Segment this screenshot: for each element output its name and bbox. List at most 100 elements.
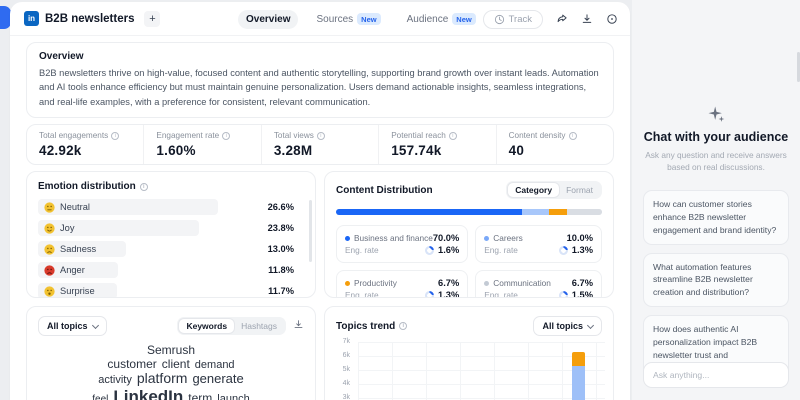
info-icon[interactable]: i [316, 131, 325, 140]
emotion-bar: Surprise [38, 283, 118, 298]
cloud-word[interactable]: activity [98, 374, 132, 386]
stat-item: Content density i 40 [495, 125, 613, 165]
emotion-anger-icon [44, 265, 55, 276]
stat-label-row: Total views i [274, 131, 366, 140]
cloud-word[interactable]: platform [137, 370, 188, 387]
cloud-word[interactable]: launch [217, 393, 249, 400]
stat-item: Potential reach i 157.74k [378, 125, 495, 165]
category-card[interactable]: Careers 10.0% Eng. rate 1.3% [475, 225, 602, 264]
overview-description: B2B newsletters thrive on high-value, fo… [39, 68, 599, 107]
info-icon[interactable]: i [448, 131, 457, 140]
stat-label-row: Engagement rate i [156, 131, 248, 140]
stat-value: 3.28M [273, 143, 313, 159]
info-icon[interactable]: i [111, 131, 120, 140]
category-card-row: Eng. rate 1.6% [345, 245, 459, 255]
eng-rate-value: 1.3% [438, 290, 460, 299]
new-badge: New [357, 13, 381, 25]
stat-label: Engagement rate [156, 131, 220, 141]
chat-sidebar: Chat with your audience Ask any question… [632, 0, 800, 400]
stat-label: Total views [273, 131, 314, 141]
suggested-question[interactable]: How can customer stories enhance B2B new… [643, 189, 789, 245]
linkedin-logo-icon: in [24, 11, 39, 26]
tab-audience[interactable]: Audience New [399, 9, 484, 29]
cloud-word[interactable]: LinkedIn [113, 387, 183, 400]
cloud-word[interactable]: generate [192, 372, 243, 387]
eng-rate-value: 1.3% [571, 245, 593, 256]
cloud-row: activity platform generate [38, 370, 304, 387]
add-tab-button[interactable]: + [144, 10, 161, 27]
cloud-word[interactable]: feel [92, 394, 108, 400]
emotion-sadness-icon [44, 244, 55, 255]
cloud-word[interactable]: customer [107, 357, 156, 371]
track-button[interactable]: Track [482, 9, 543, 29]
toggle-category[interactable]: Category [508, 183, 560, 198]
project-title: B2B newsletters [45, 12, 135, 25]
download-cloud-icon[interactable] [293, 317, 304, 335]
share-icon[interactable] [555, 13, 568, 26]
emotion-panel-title: Emotion distribution [38, 181, 136, 193]
suggested-question[interactable]: What automation features streamline B2B … [643, 252, 789, 308]
y-axis-tick: 5k [342, 366, 350, 374]
category-card[interactable]: Communication 6.7% Eng. rate 1.5% [475, 270, 602, 298]
tab-overview[interactable]: Overview [238, 9, 299, 29]
category-name: Productivity [345, 278, 438, 288]
cloud-word[interactable]: client [162, 357, 190, 371]
category-card-row: Eng. rate 1.3% [345, 290, 459, 298]
y-axis-tick: 6k [342, 352, 350, 360]
distribution-segment [567, 209, 602, 216]
emotion-scrollbar[interactable] [309, 200, 312, 263]
cloud-word[interactable]: demand [195, 359, 235, 371]
category-format-toggle: Category Format [506, 181, 602, 200]
toggle-hashtags[interactable]: Hashtags [234, 319, 284, 333]
info-icon[interactable]: i [399, 322, 408, 331]
category-value: 6.7% [438, 278, 460, 289]
emotion-row[interactable]: Neutral 26.6% [38, 199, 304, 216]
emotion-distribution-panel: Emotion distribution i Neutral 26.6% Joy 23… [26, 171, 316, 299]
eng-rate-group: 1.3% [558, 245, 593, 256]
stat-value: 40 [508, 143, 525, 159]
emotion-label: Neutral [60, 202, 90, 213]
toggle-format[interactable]: Format [559, 183, 600, 197]
emotion-row[interactable]: Surprise 11.7% [38, 283, 304, 298]
trend-bar-segment [571, 366, 585, 400]
keywords-hashtags-toggle: Keywords Hashtags [177, 317, 286, 336]
stat-value: 157.74k [391, 143, 442, 159]
toggle-keywords[interactable]: Keywords [179, 319, 235, 334]
topics-dropdown[interactable]: All topics [38, 316, 107, 337]
stat-item: Total engagements i 42.92k [27, 125, 143, 164]
topics-dropdown-label: All topics [47, 321, 88, 332]
chat-title: Chat with your audience [643, 130, 789, 144]
status-circle-icon[interactable] [605, 13, 618, 26]
emotion-row[interactable]: Anger 11.8% [38, 262, 304, 279]
clock-icon [494, 14, 504, 24]
emotion-row[interactable]: Joy 23.8% [38, 220, 304, 237]
cloud-word[interactable]: Semrush [147, 343, 195, 357]
tab-label: Sources [316, 13, 354, 25]
content-distribution-panel: Content Distribution Category Format Busi… [324, 171, 614, 299]
category-card-row: Eng. rate 1.3% [484, 245, 593, 255]
tab-sources[interactable]: Sources New [308, 9, 388, 29]
trend-bar[interactable] [571, 352, 585, 400]
cloud-word[interactable]: term [188, 391, 212, 400]
cloud-row: feel LinkedIn term launch [38, 387, 304, 400]
download-icon[interactable] [580, 13, 593, 26]
ask-anything-input[interactable] [643, 362, 789, 388]
distribution-segment [522, 209, 549, 216]
info-icon[interactable]: i [568, 131, 577, 140]
category-name: Business and finance [345, 233, 433, 243]
emotion-label: Sadness [60, 244, 97, 255]
stat-label-row: Content density i [509, 131, 601, 140]
category-dot [345, 236, 350, 242]
info-icon[interactable]: i [139, 182, 148, 191]
eng-rate-pie-icon [425, 290, 435, 298]
category-card[interactable]: Business and finance 70.0% Eng. rate 1.6% [336, 225, 469, 264]
category-card[interactable]: Productivity 6.7% Eng. rate 1.3% [336, 270, 469, 298]
wordcloud-panel: All topics Keywords Hashtags Semrush custo… [26, 306, 316, 400]
info-icon[interactable]: i [222, 131, 231, 140]
trend-topics-dropdown[interactable]: All topics [533, 316, 602, 337]
emotion-row[interactable]: Sadness 13.0% [38, 241, 304, 258]
eng-rate-label: Eng. rate [484, 290, 518, 299]
trend-dropdown-label: All topics [542, 321, 583, 332]
emotion-bar: Sadness [38, 241, 127, 258]
stat-value: 1.60% [156, 143, 196, 159]
